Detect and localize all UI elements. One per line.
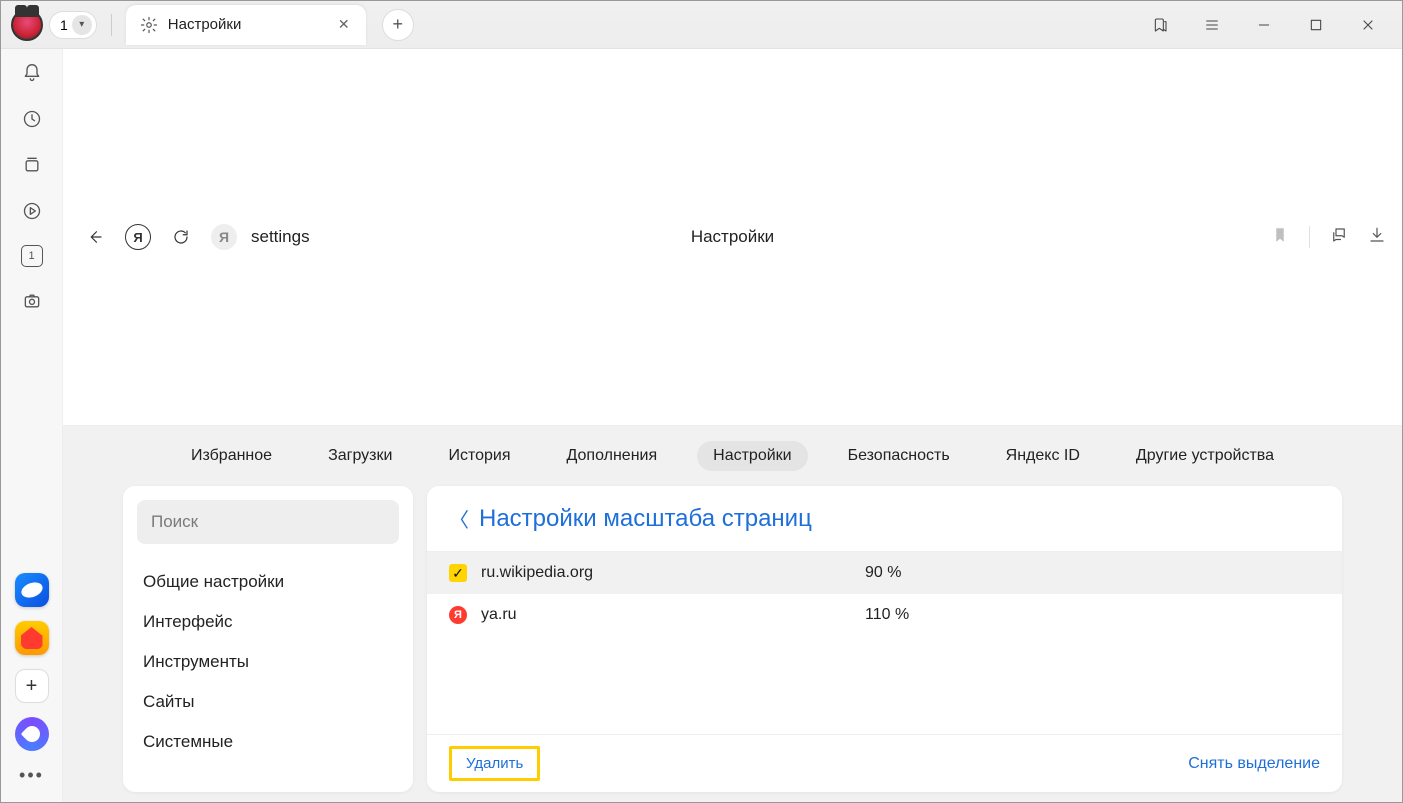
sidebar-item-general[interactable]: Общие настройки <box>137 562 399 602</box>
screenshot-icon[interactable] <box>20 289 44 313</box>
prefs-tab-downloads[interactable]: Загрузки <box>312 441 408 471</box>
zoom-row-value: 110 % <box>865 606 909 624</box>
checkbox-checked-icon[interactable]: ✓ <box>449 564 467 582</box>
play-icon[interactable] <box>20 199 44 223</box>
tab-counter-value: 1 <box>28 250 34 262</box>
menu-icon[interactable] <box>1198 11 1226 39</box>
settings-sidebar: Поиск Общие настройки Интерфейс Инструме… <box>123 486 413 792</box>
prefs-top-tabs: Избранное Загрузки История Дополнения На… <box>63 426 1402 486</box>
profile-avatar[interactable] <box>11 9 43 41</box>
new-tab-button[interactable]: + <box>382 9 414 41</box>
alice-assistant-button[interactable] <box>15 717 49 751</box>
yandex-favicon-icon: Я <box>449 606 467 624</box>
tab-counter-icon[interactable]: 1 <box>21 245 43 267</box>
settings-search-input[interactable]: Поиск <box>137 500 399 544</box>
settings-breadcrumb[interactable]: 〈 Настройки масштаба страниц <box>427 486 1342 543</box>
address-bar: Я Я settings Настройки <box>63 49 1402 426</box>
settings-footer: Удалить Снять выделение <box>427 734 1342 792</box>
bookmark-icon[interactable] <box>1271 226 1289 249</box>
url-text[interactable]: settings <box>251 227 310 247</box>
notifications-icon[interactable] <box>20 61 44 85</box>
more-icon[interactable]: ••• <box>19 765 44 786</box>
separator <box>111 14 112 36</box>
prefs-tab-security[interactable]: Безопасность <box>832 441 966 471</box>
separator <box>1309 226 1310 248</box>
add-pinned-app-button[interactable]: + <box>15 669 49 703</box>
yandex-home-button[interactable]: Я <box>125 224 151 250</box>
sidebar-item-sites[interactable]: Сайты <box>137 682 399 722</box>
back-button[interactable] <box>79 221 111 253</box>
sidebar-item-system[interactable]: Системные <box>137 722 399 762</box>
pinned-app-1[interactable] <box>15 573 49 607</box>
settings-section-title: Настройки масштаба страниц <box>479 505 812 533</box>
prefs-tab-history[interactable]: История <box>432 441 526 471</box>
tab-count-number: 1 <box>60 17 68 33</box>
tab-close-button[interactable]: ✕ <box>336 17 352 33</box>
bookmarks-icon[interactable] <box>1146 11 1174 39</box>
deselect-link[interactable]: Снять выделение <box>1188 755 1320 773</box>
prefs-tab-yandex-id[interactable]: Яндекс ID <box>990 441 1096 471</box>
sidebar-item-tools[interactable]: Инструменты <box>137 642 399 682</box>
browser-tab-active[interactable]: Настройки ✕ <box>126 5 366 45</box>
prefs-tab-favorites[interactable]: Избранное <box>175 441 288 471</box>
zoom-row-domain: ru.wikipedia.org <box>481 564 851 582</box>
site-identity-icon[interactable]: Я <box>211 224 237 250</box>
collections-icon[interactable] <box>20 153 44 177</box>
zoom-row-domain: ya.ru <box>481 606 851 624</box>
window-titlebar: 1 ▾ Настройки ✕ + <box>1 1 1402 49</box>
tab-count-pill[interactable]: 1 ▾ <box>49 11 97 39</box>
zoom-row[interactable]: ✓ ru.wikipedia.org 90 % <box>427 552 1342 594</box>
tab-title: Настройки <box>168 16 326 33</box>
search-placeholder: Поиск <box>151 512 198 532</box>
sidebar-item-interface[interactable]: Интерфейс <box>137 602 399 642</box>
feedback-icon[interactable] <box>1330 226 1348 249</box>
browser-side-rail: 1 + ••• <box>1 49 63 802</box>
downloads-icon[interactable] <box>1368 226 1386 249</box>
prefs-tab-settings[interactable]: Настройки <box>697 441 807 471</box>
pinned-app-2[interactable] <box>15 621 49 655</box>
history-icon[interactable] <box>20 107 44 131</box>
window-maximize-button[interactable] <box>1302 11 1330 39</box>
chevron-down-icon[interactable]: ▾ <box>72 15 92 35</box>
zoom-row[interactable]: Я ya.ru 110 % <box>427 594 1342 636</box>
delete-button[interactable]: Удалить <box>449 746 540 781</box>
gear-icon <box>140 16 158 34</box>
reload-button[interactable] <box>165 221 197 253</box>
chevron-left-icon: 〈 <box>449 504 469 533</box>
page-title: Настройки <box>691 227 774 247</box>
settings-main-panel: 〈 Настройки масштаба страниц ✓ ru.wikipe… <box>427 486 1342 792</box>
window-close-button[interactable] <box>1354 11 1382 39</box>
zoom-row-value: 90 % <box>865 564 901 582</box>
prefs-tab-addons[interactable]: Дополнения <box>551 441 674 471</box>
prefs-tab-other-devices[interactable]: Другие устройства <box>1120 441 1290 471</box>
window-minimize-button[interactable] <box>1250 11 1278 39</box>
